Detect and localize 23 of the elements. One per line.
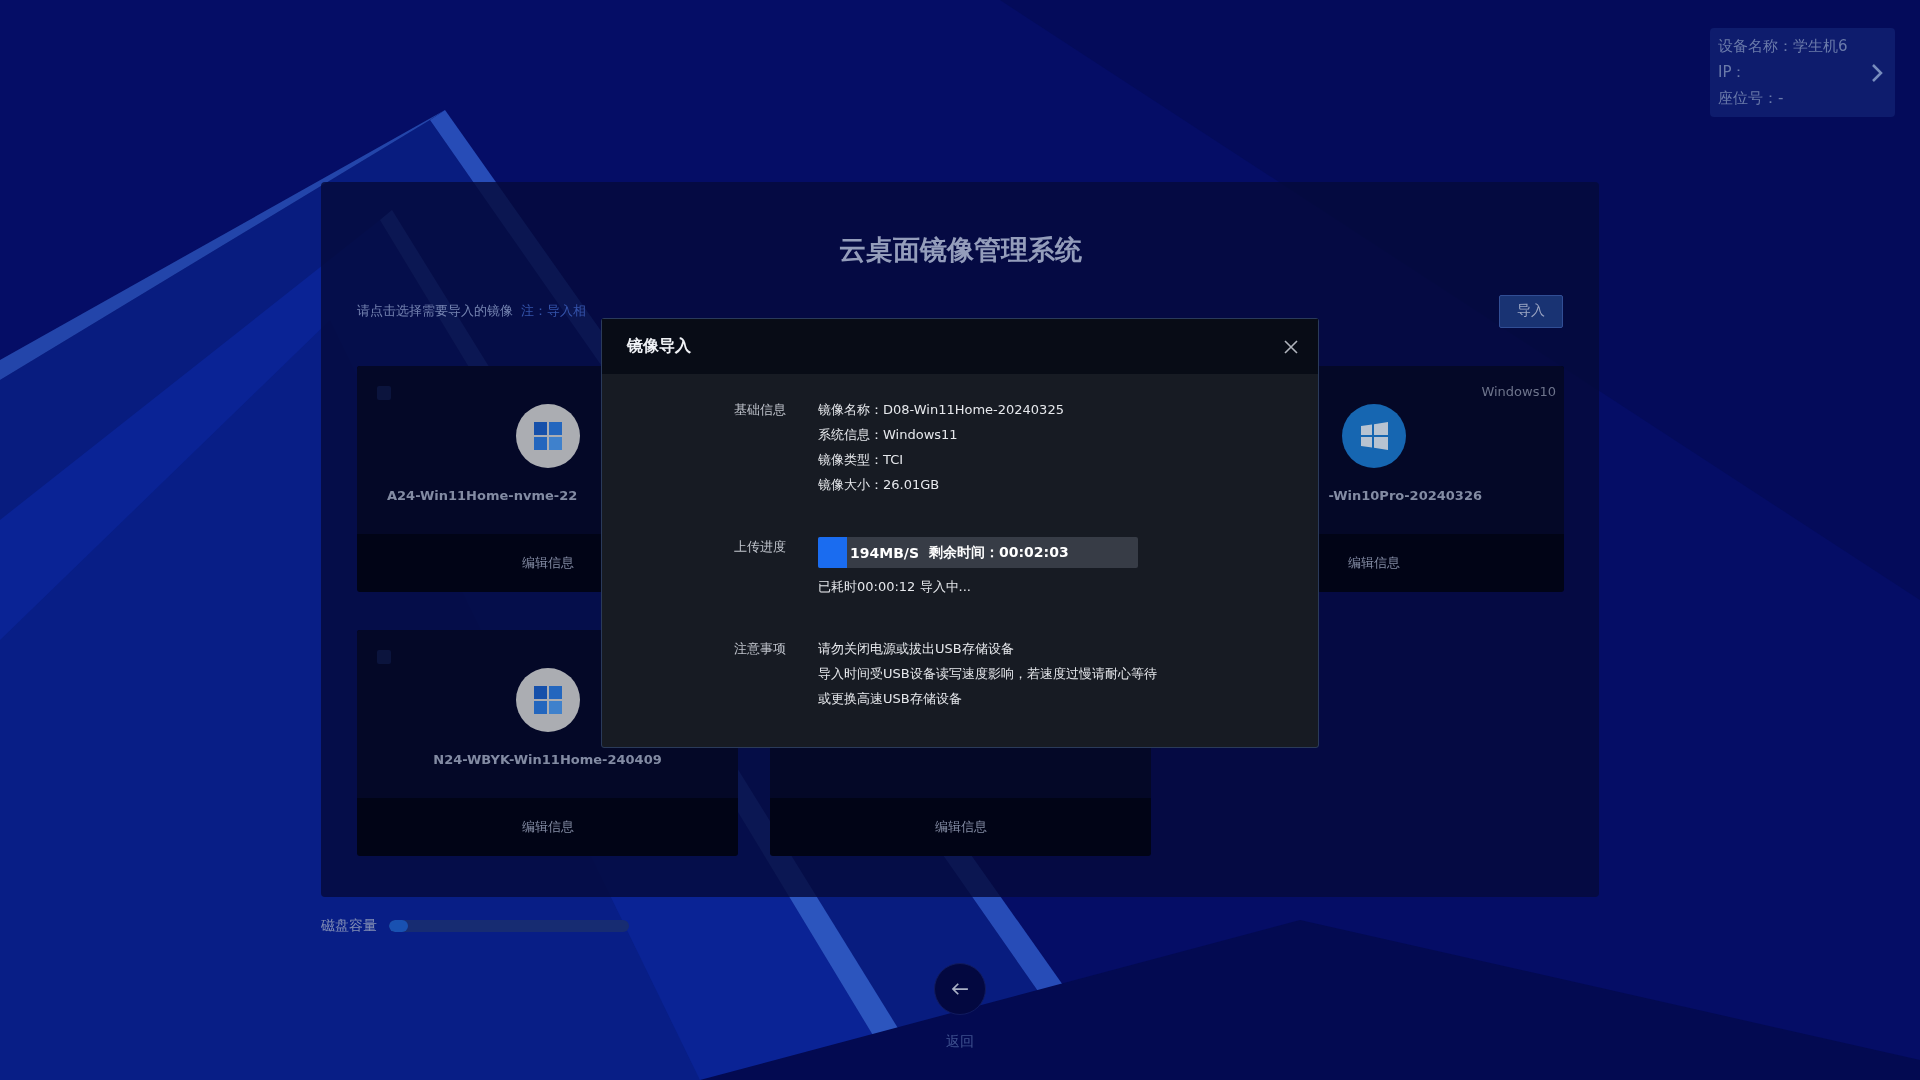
image-name: A24-Win11Home-nvme-22 xyxy=(387,488,578,503)
hint-text: 请点击选择需要导入的镜像 xyxy=(357,302,513,320)
disk-capacity-label: 磁盘容量 xyxy=(321,917,377,935)
note-text: 注：导入相 xyxy=(521,302,586,320)
back-label: 返回 xyxy=(946,1033,974,1051)
seat-number: 座位号：- xyxy=(1718,89,1785,108)
device-ip: IP： xyxy=(1718,63,1748,82)
upload-speed: 194MB/S xyxy=(850,544,920,561)
image-name: -Win10Pro-20240326 xyxy=(1328,488,1482,503)
os-tag: Windows10 xyxy=(1481,384,1556,399)
info-line: 已耗时00:00:12 导入中... xyxy=(818,578,972,596)
info-line: 导入时间受USB设备读写速度影响，若速度过慢请耐心等待 xyxy=(818,665,1157,683)
image-name: N24-WBYK-Win11Home-240409 xyxy=(433,752,662,767)
info-line: 系统信息：Windows11 xyxy=(818,426,959,444)
info-line: 镜像类型：TCI xyxy=(818,451,905,469)
info-line: 镜像大小：26.01GB xyxy=(818,476,941,494)
info-line: 请勿关闭电源或拔出USB存储设备 xyxy=(818,640,1015,658)
dialog-title: 镜像导入 xyxy=(627,336,691,357)
info-line: 或更换高速USB存储设备 xyxy=(818,690,963,708)
info-line: 镜像名称：D08-Win11Home-20240325 xyxy=(818,401,1064,419)
remaining-time: 剩余时间：00:02:03 xyxy=(929,543,1069,562)
page-title: 云桌面镜像管理系统 xyxy=(838,233,1082,267)
device-name: 设备名称：学生机6 xyxy=(1718,37,1849,56)
